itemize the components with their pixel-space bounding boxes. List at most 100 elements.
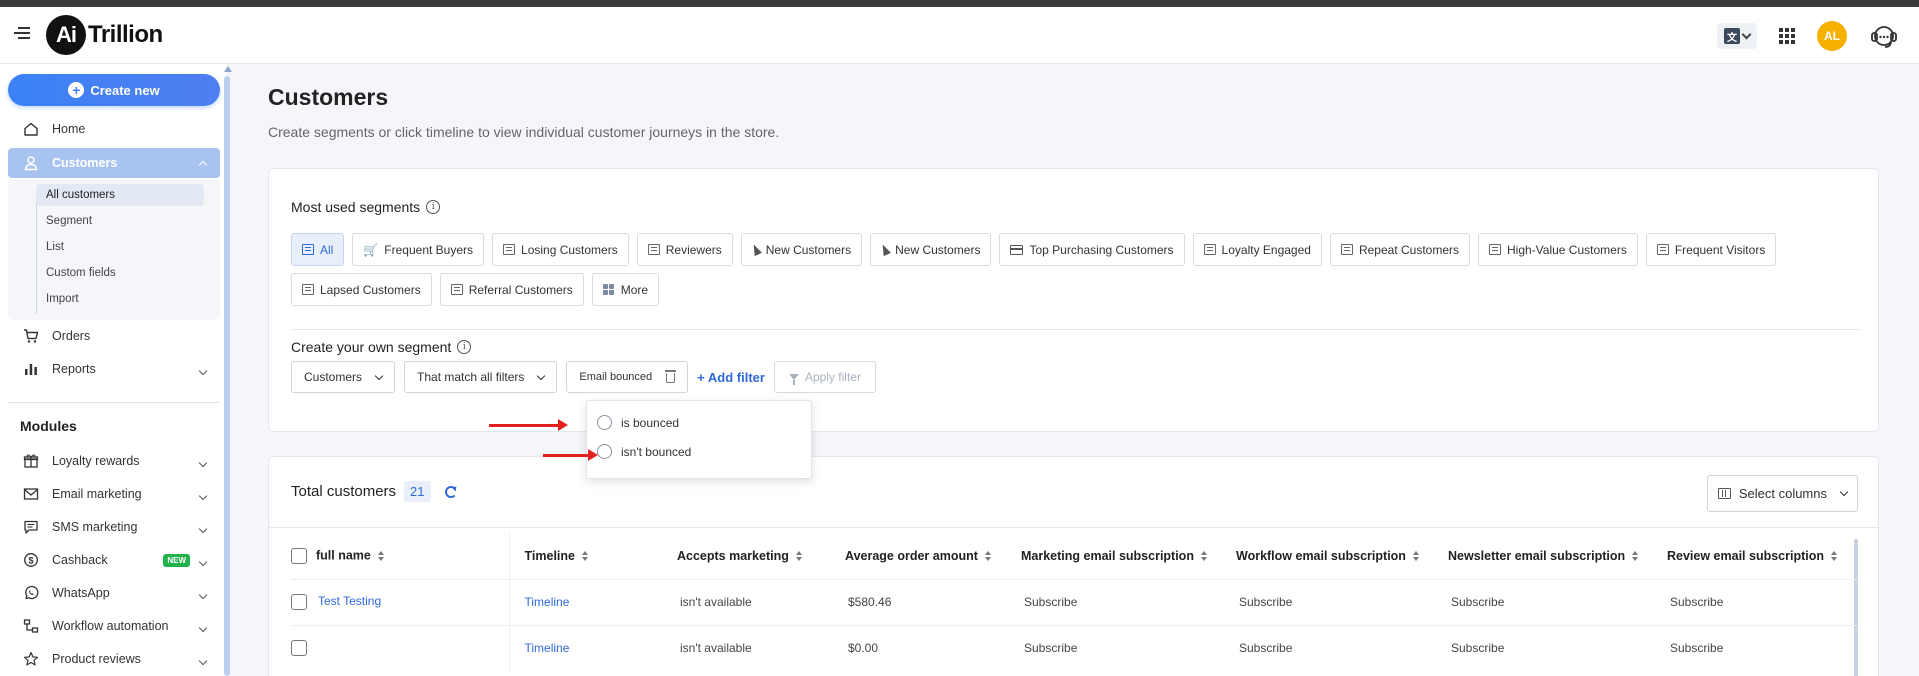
column-header-accepts-marketing[interactable]: Accepts marketing bbox=[677, 533, 845, 579]
brand-mark: Ai bbox=[46, 15, 86, 55]
segment-chip-more[interactable]: More bbox=[591, 273, 660, 306]
sort-icon[interactable] bbox=[1632, 551, 1639, 562]
segment-chip-new-customers[interactable]: New Customers bbox=[740, 233, 863, 266]
grid-icon bbox=[602, 284, 615, 295]
row-checkbox[interactable] bbox=[291, 640, 307, 657]
apps-grid-icon[interactable] bbox=[1779, 28, 1795, 44]
segment-icon bbox=[1340, 244, 1353, 255]
segment-chip-all[interactable]: All bbox=[291, 233, 345, 266]
language-button[interactable]: 文 bbox=[1717, 23, 1757, 49]
sidebar-item-sms-marketing[interactable]: SMS marketing bbox=[8, 512, 220, 542]
column-header-newsletter-email-subscription[interactable]: Newsletter email subscription bbox=[1448, 533, 1667, 579]
row-checkbox[interactable] bbox=[291, 594, 307, 610]
submenu-item-segment[interactable]: Segment bbox=[36, 210, 204, 232]
segment-chip-frequent-visitors[interactable]: Frequent Visitors bbox=[1645, 233, 1777, 266]
column-header-review-email-subscription[interactable]: Review email subscription bbox=[1667, 533, 1857, 579]
segment-chip-referral-customers[interactable]: Referral Customers bbox=[439, 273, 584, 306]
support-headset-icon[interactable] bbox=[1869, 21, 1899, 51]
chip-label: Reviewers bbox=[665, 242, 722, 257]
sidebar-item-cashback[interactable]: $ Cashback NEW bbox=[8, 545, 220, 575]
whatsapp-icon bbox=[22, 584, 40, 602]
refresh-icon[interactable] bbox=[444, 485, 457, 498]
cell-timeline: Timeline bbox=[508, 578, 677, 625]
select-all-checkbox[interactable] bbox=[291, 547, 307, 564]
sidebar-item-orders[interactable]: Orders bbox=[8, 321, 220, 351]
sidebar-item-home[interactable]: Home bbox=[8, 114, 220, 144]
customers-table: full name Timeline Accepts marketing Ave… bbox=[291, 533, 1857, 671]
brand-logo[interactable]: Ai Trillion bbox=[46, 15, 163, 55]
segment-chip-frequent-buyers[interactable]: 🛒 Frequent Buyers bbox=[352, 233, 485, 266]
chip-label: All bbox=[320, 242, 334, 257]
brand-text: Trillion bbox=[88, 21, 163, 48]
sidebar-item-label: WhatsApp bbox=[52, 586, 110, 600]
chip-label: Repeat Customers bbox=[1358, 242, 1459, 257]
info-icon[interactable]: i bbox=[457, 340, 472, 354]
timeline-link[interactable]: Timeline bbox=[525, 595, 570, 609]
select-columns-button[interactable]: Select columns bbox=[1706, 475, 1858, 512]
segment-chip-losing-customers[interactable]: Losing Customers bbox=[492, 233, 629, 266]
cell-review-subscription: Subscribe bbox=[1667, 624, 1857, 671]
trash-icon[interactable] bbox=[665, 370, 677, 383]
section-title: Most used segments bbox=[291, 199, 421, 215]
segment-chip-top-purchasing-customers[interactable]: Top Purchasing Customers bbox=[999, 233, 1185, 266]
add-filter-link[interactable]: + Add filter bbox=[697, 370, 765, 385]
menu-toggle-icon[interactable] bbox=[14, 27, 30, 41]
apply-filter-label: Apply filter bbox=[804, 370, 861, 384]
radio-button[interactable] bbox=[597, 444, 612, 459]
segment-chip-reviewers[interactable]: Reviewers bbox=[636, 233, 733, 266]
submenu-item-custom-fields[interactable]: Custom fields bbox=[36, 262, 204, 284]
segment-chip-lapsed-customers[interactable]: Lapsed Customers bbox=[291, 273, 432, 306]
apply-filter-button[interactable]: Apply filter bbox=[773, 361, 876, 393]
sort-icon[interactable] bbox=[581, 551, 588, 562]
avatar[interactable]: AL bbox=[1817, 21, 1847, 51]
customer-name-link[interactable]: Test Testing bbox=[318, 594, 381, 608]
table-header-row: full name Timeline Accepts marketing Ave… bbox=[291, 533, 1857, 579]
segment-chip-repeat-customers[interactable]: Repeat Customers bbox=[1329, 233, 1470, 266]
filter-pill-email-bounced[interactable]: Email bounced bbox=[566, 361, 689, 393]
option-isnt-bounced[interactable]: isn't bounced bbox=[597, 444, 691, 459]
sidebar-item-product-reviews[interactable]: Product reviews bbox=[8, 644, 220, 674]
column-header-average-order-amount[interactable]: Average order amount bbox=[845, 533, 1021, 579]
option-is-bounced[interactable]: is bounced bbox=[597, 415, 679, 430]
segment-icon bbox=[503, 244, 516, 255]
column-header-label: Timeline bbox=[524, 548, 575, 563]
segment-icon bbox=[302, 284, 314, 295]
sidebar-item-whatsapp[interactable]: WhatsApp bbox=[8, 578, 220, 608]
column-header-timeline[interactable]: Timeline bbox=[508, 533, 677, 579]
chip-label: More bbox=[620, 282, 649, 297]
submenu-item-all-customers[interactable]: All customers bbox=[36, 184, 204, 206]
top-strip bbox=[0, 0, 1919, 7]
create-new-button[interactable]: + Create new bbox=[8, 74, 220, 106]
sidebar-item-label: Email marketing bbox=[52, 487, 142, 501]
sort-icon[interactable] bbox=[377, 550, 384, 561]
column-header-full-name[interactable]: full name bbox=[291, 533, 509, 579]
sidebar-item-email-marketing[interactable]: Email marketing bbox=[8, 479, 220, 509]
chip-label: New Customers bbox=[895, 242, 981, 257]
info-icon[interactable]: i bbox=[426, 200, 441, 214]
sidebar-item-reports[interactable]: Reports bbox=[8, 354, 220, 384]
sidebar-item-customers[interactable]: Customers bbox=[8, 148, 220, 178]
segment-chip-loyalty-engaged[interactable]: Loyalty Engaged bbox=[1192, 233, 1322, 266]
sidebar-item-label: Loyalty rewards bbox=[52, 454, 140, 468]
sort-icon[interactable] bbox=[795, 551, 802, 562]
column-header-workflow-email-subscription[interactable]: Workflow email subscription bbox=[1236, 533, 1448, 579]
sidebar-item-loyalty-rewards[interactable]: Loyalty rewards bbox=[8, 446, 220, 476]
sort-icon[interactable] bbox=[1200, 551, 1207, 562]
sort-icon[interactable] bbox=[1412, 551, 1419, 562]
sort-icon[interactable] bbox=[1831, 551, 1837, 562]
option-label: isn't bounced bbox=[621, 444, 692, 459]
radio-button[interactable] bbox=[597, 415, 612, 430]
sidebar-item-workflow-automation[interactable]: Workflow automation bbox=[8, 611, 220, 641]
cell-full-name bbox=[291, 624, 509, 671]
sidebar: + Create new Home Customers All customer… bbox=[0, 64, 232, 676]
timeline-link[interactable]: Timeline bbox=[525, 641, 570, 655]
sort-icon[interactable] bbox=[984, 551, 991, 562]
submenu-item-import[interactable]: Import bbox=[36, 288, 204, 310]
chip-label: High-Value Customers bbox=[1507, 242, 1627, 257]
segment-chip-new-customers-2[interactable]: New Customers bbox=[870, 233, 992, 266]
submenu-item-list[interactable]: List bbox=[36, 236, 204, 258]
column-header-marketing-email-subscription[interactable]: Marketing email subscription bbox=[1021, 533, 1236, 579]
entity-select[interactable]: Customers bbox=[291, 361, 396, 393]
match-select[interactable]: That match all filters bbox=[404, 361, 558, 393]
segment-chip-high-value-customers[interactable]: High-Value Customers bbox=[1478, 233, 1638, 266]
